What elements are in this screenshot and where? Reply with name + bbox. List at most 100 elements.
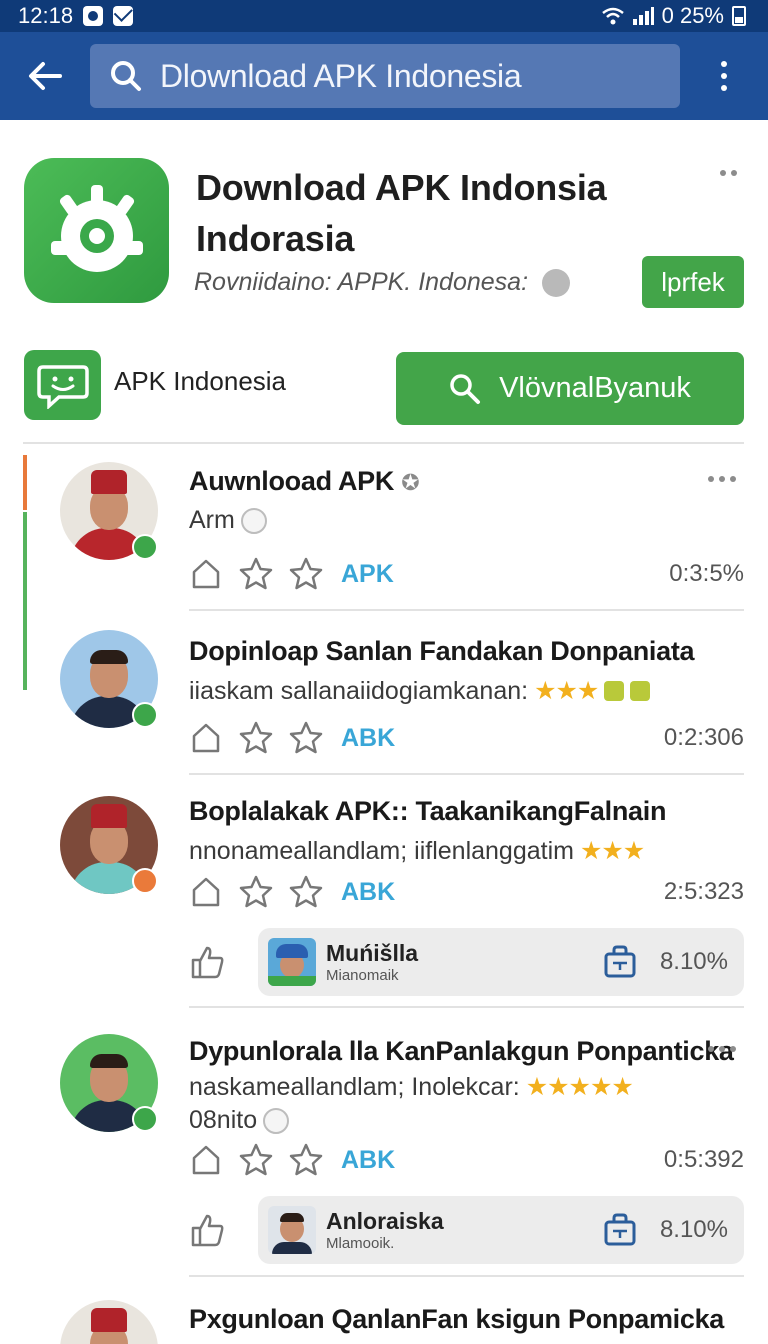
dot — [721, 61, 727, 67]
verified-badge-icon — [132, 534, 158, 560]
shopping-bag-icon[interactable] — [602, 944, 638, 980]
app-subtitle: Rovniidaino: APPK. Indonesa: — [194, 268, 571, 297]
favorite-button[interactable] — [239, 875, 273, 909]
item-title[interactable]: Dopinloap Sanlan Fandakan Donpaniata — [189, 636, 695, 667]
like-button[interactable] — [190, 1212, 226, 1248]
avatar-hair — [90, 650, 128, 664]
item-subtitle-text: naskameallandlam; Inolekcar: — [189, 1072, 520, 1101]
share-button[interactable] — [189, 1143, 223, 1177]
share-button[interactable] — [189, 721, 223, 755]
item-subtitle-text: nnonameallandlam; iiflenlanggatim — [189, 836, 574, 865]
share-icon — [192, 877, 220, 907]
publisher-name[interactable]: APK Indonesia — [114, 366, 286, 397]
apk-tag[interactable]: ABK — [341, 878, 395, 907]
search-icon — [450, 373, 481, 404]
notification-icon — [83, 6, 104, 26]
gear-camera-icon — [50, 184, 143, 272]
thumbs-up-icon — [191, 946, 224, 979]
search-query: Dlownload APK Indonesia — [160, 57, 522, 94]
chat-face-icon — [36, 365, 89, 409]
item-title[interactable]: Boplalakak APK:: TaakanikangFalnain — [189, 796, 666, 827]
item-more-button[interactable] — [708, 1046, 736, 1052]
related-app-thumbnail — [268, 1206, 316, 1254]
dot — [731, 170, 737, 176]
header-more-button[interactable] — [720, 170, 737, 176]
star-outline-icon — [239, 875, 273, 908]
avatar-fez — [91, 470, 127, 494]
mail-icon — [113, 6, 134, 26]
avatar[interactable] — [60, 462, 158, 560]
favorite-button[interactable] — [239, 721, 273, 755]
item-subtitle: iiaskam sallanaiidogiamkanan: ★★★ — [189, 676, 651, 706]
user-icon — [542, 268, 571, 297]
dot — [708, 476, 714, 482]
rate-button[interactable] — [289, 875, 323, 909]
divider — [189, 1275, 744, 1277]
verified-badge-icon — [132, 1106, 158, 1132]
related-app-meta: Mlamooik. — [326, 1235, 395, 1252]
star-outline-icon — [239, 1143, 273, 1176]
avatar-photo — [60, 1300, 158, 1344]
star-outline-icon — [289, 557, 323, 590]
item-actions: ABK 0:5:392 — [189, 1142, 744, 1178]
status-bar: 12:18 0 25% — [0, 0, 768, 32]
star-outline-icon — [289, 721, 323, 754]
divider — [189, 773, 744, 775]
divider — [189, 1006, 744, 1008]
item-title[interactable]: Pxgunloan QanlanFan ksigun Ponpamicka — [189, 1304, 724, 1335]
related-app-card[interactable]: Anloraiska Mlamooik. 8.10% — [258, 1196, 744, 1264]
favorite-button[interactable] — [239, 1143, 273, 1177]
shopping-bag-icon[interactable] — [602, 1212, 638, 1248]
rate-button[interactable] — [289, 557, 323, 591]
avatar[interactable] — [60, 1300, 158, 1344]
star-outline-icon — [239, 721, 273, 754]
dot — [730, 1046, 736, 1052]
item-extra-text: 08nito — [189, 1106, 258, 1134]
rate-button[interactable] — [289, 721, 323, 755]
dot — [719, 476, 725, 482]
back-button[interactable] — [0, 32, 90, 120]
signal-icon — [632, 7, 654, 25]
star-outline-icon — [289, 1143, 323, 1176]
item-title[interactable]: Auwnlooad APK ✪ — [189, 466, 420, 497]
emoji-icon — [263, 1107, 290, 1134]
android-icon — [604, 681, 625, 701]
avatar[interactable] — [60, 630, 158, 728]
dot — [721, 73, 727, 79]
related-app-card[interactable]: Muńišlla Mianomaik 8.10% — [258, 928, 744, 996]
search-icon — [111, 61, 141, 91]
dot — [708, 1046, 714, 1052]
item-actions: ABK 0:2:306 — [189, 720, 744, 756]
overflow-menu-button[interactable] — [680, 32, 768, 120]
item-actions: ABK 2:5:323 — [189, 874, 744, 910]
like-button[interactable] — [190, 944, 226, 980]
wifi-icon — [601, 7, 624, 25]
share-icon — [192, 723, 220, 753]
related-app-thumbnail — [268, 938, 316, 986]
item-actions: APK 0:3:5% — [189, 556, 744, 592]
avatar-fez — [91, 804, 127, 828]
dot — [719, 1046, 725, 1052]
avatar-fez — [91, 1308, 127, 1332]
item-subtitle-text: iiaskam sallanaiidogiamkanan: — [189, 676, 529, 705]
dot — [721, 85, 727, 91]
apk-tag[interactable]: ABK — [341, 1146, 395, 1175]
apk-tag[interactable]: APK — [341, 560, 394, 589]
item-extra: 08nito — [189, 1106, 290, 1135]
apk-tag[interactable]: ABK — [341, 724, 395, 753]
battery-text: 0 25% — [661, 3, 724, 28]
item-value: 2:5:323 — [663, 878, 744, 905]
thumbs-up-icon — [191, 1214, 224, 1247]
item-more-button[interactable] — [708, 476, 736, 482]
install-button[interactable]: lprfek — [642, 256, 744, 308]
search-input[interactable]: Dlownload APK Indonesia — [90, 44, 680, 108]
avatar[interactable] — [60, 796, 158, 894]
rate-button[interactable] — [289, 1143, 323, 1177]
download-button[interactable]: VlövnalByanuk — [396, 352, 744, 425]
favorite-button[interactable] — [239, 557, 273, 591]
app-icon — [24, 158, 169, 303]
share-button[interactable] — [189, 557, 223, 591]
item-title[interactable]: Dypunlorala lla KanPanlakgun Ponpanticka — [189, 1036, 734, 1067]
share-button[interactable] — [189, 875, 223, 909]
avatar[interactable] — [60, 1034, 158, 1132]
